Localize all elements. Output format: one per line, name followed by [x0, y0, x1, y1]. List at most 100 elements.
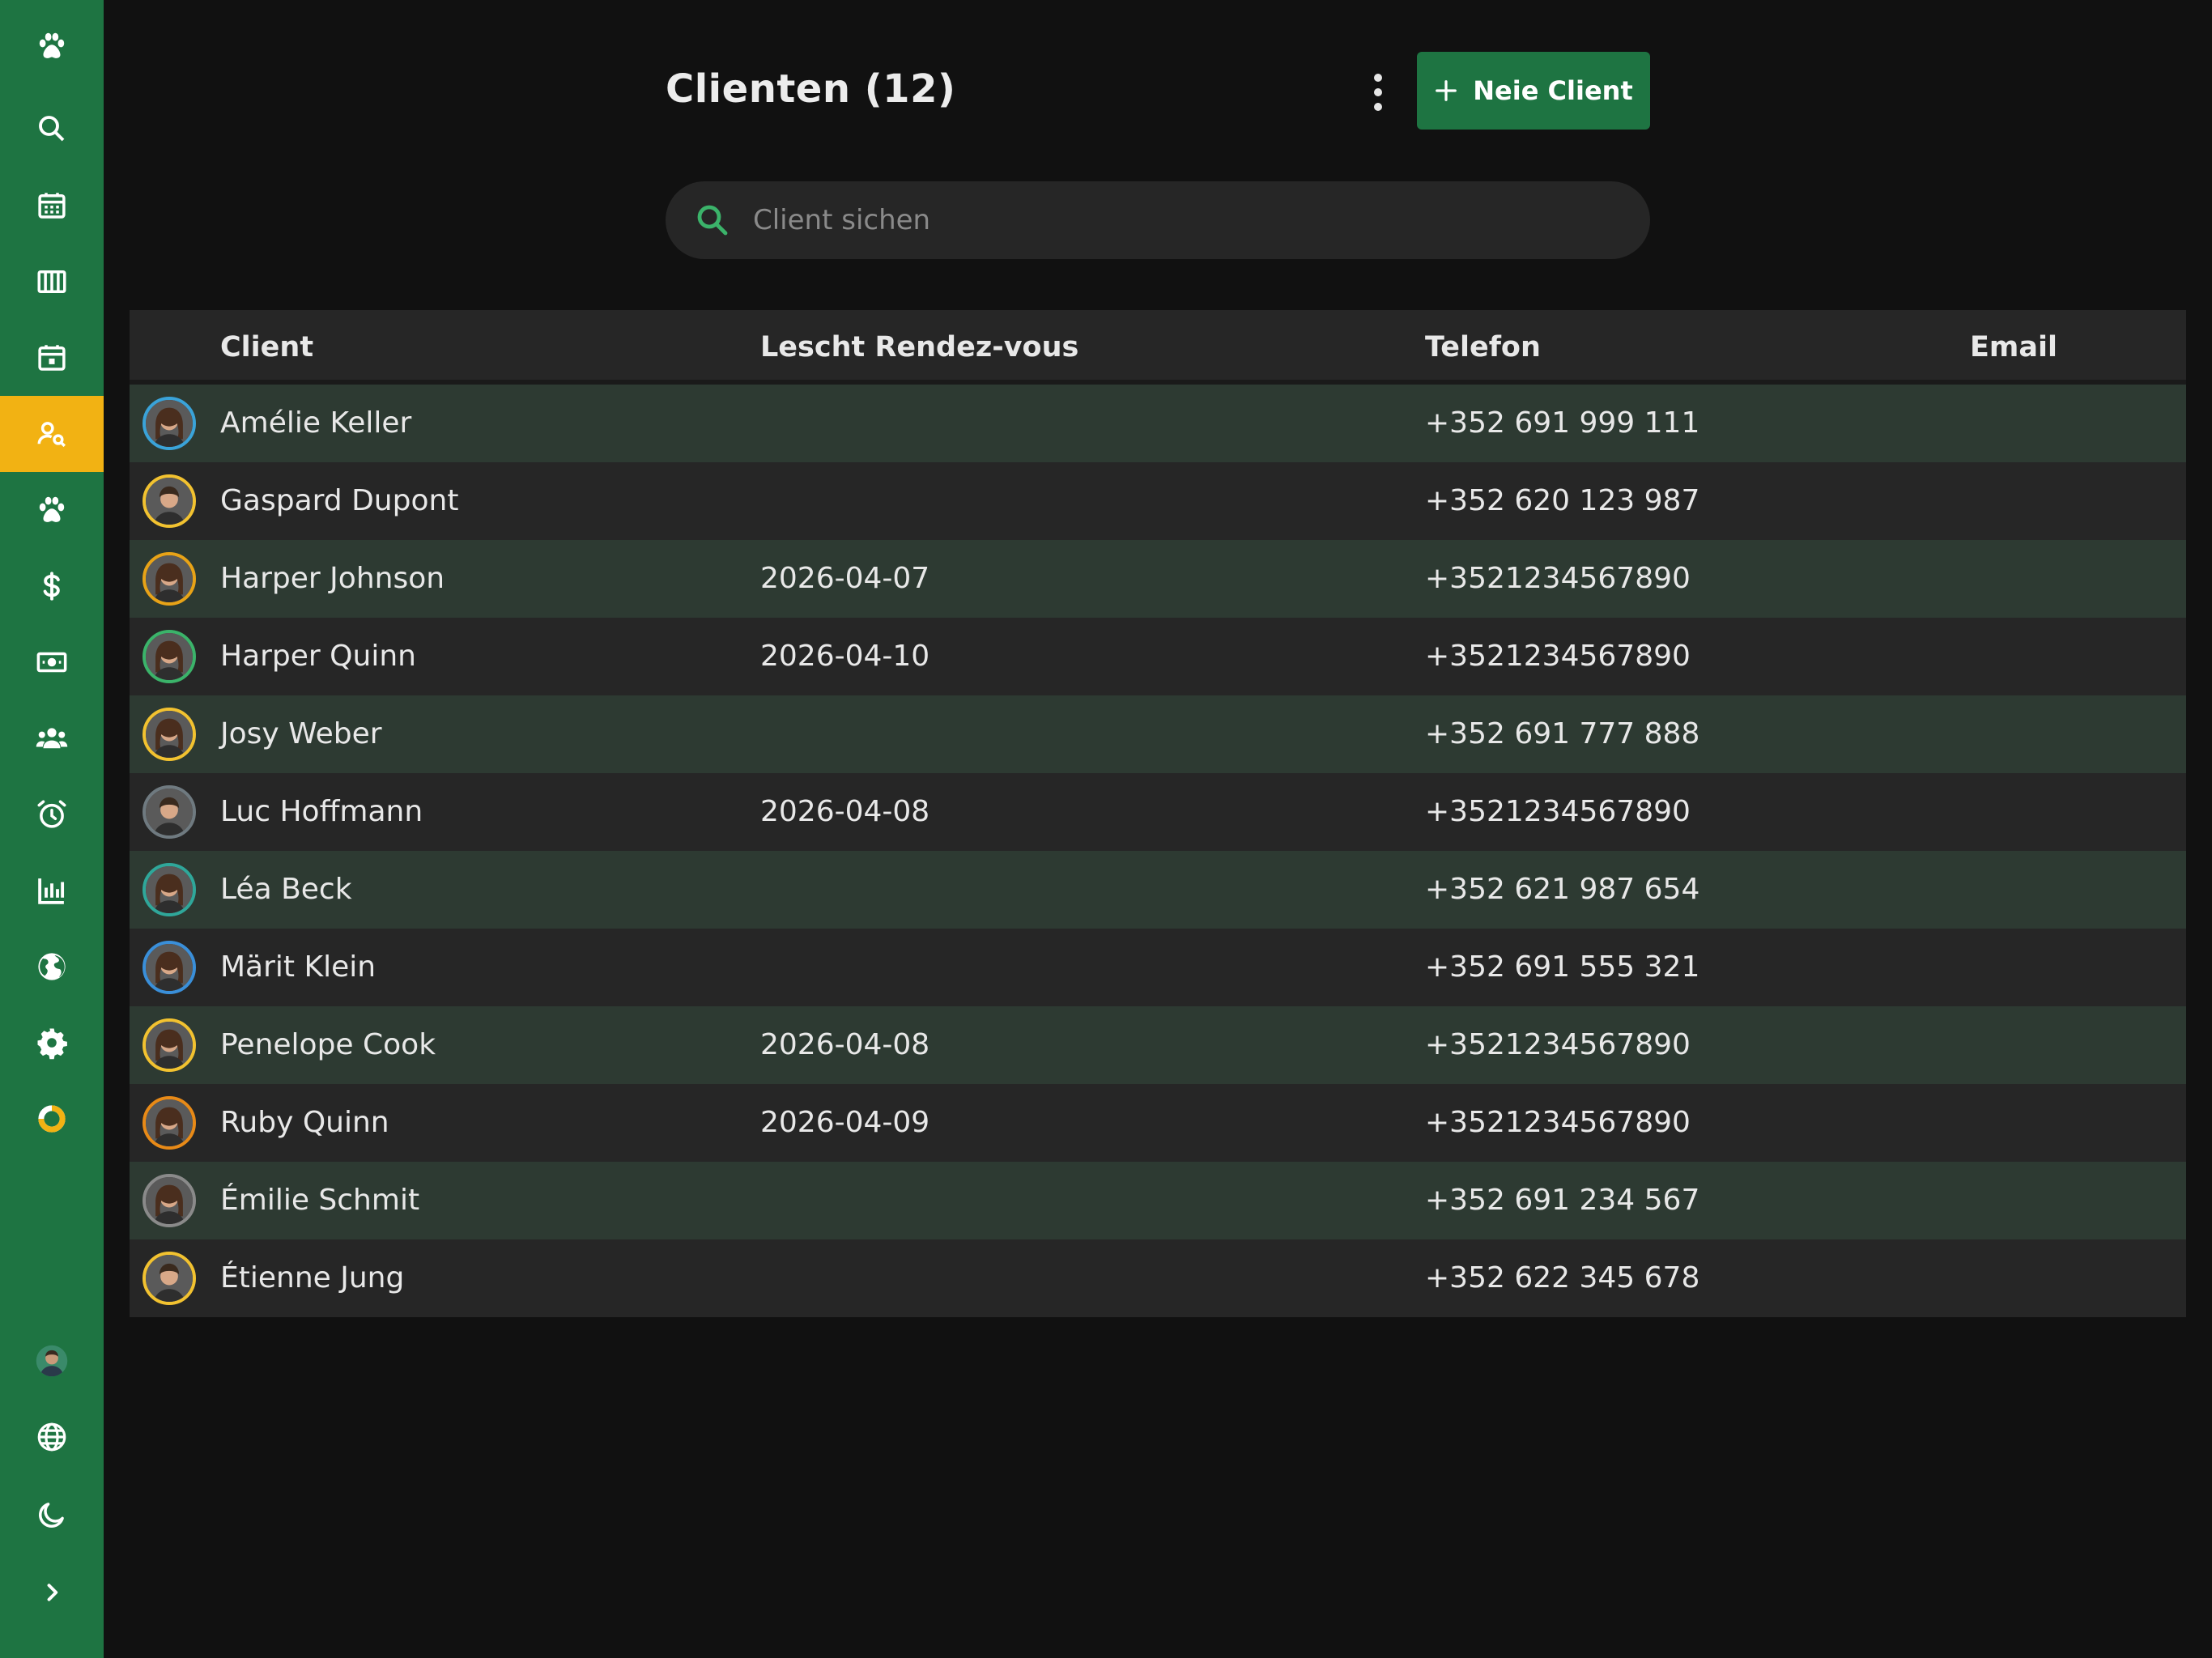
nav-staff[interactable]: [0, 700, 104, 776]
client-phone: +352 622 345 678: [1425, 1261, 1700, 1295]
table-row[interactable]: Josy Weber +352 691 777 888: [130, 695, 2186, 773]
paw-icon: [39, 32, 65, 58]
plus-icon: [1436, 80, 1457, 101]
moon-icon: [39, 1503, 64, 1528]
client-name: Josy Weber: [220, 717, 382, 750]
client-avatar: [143, 630, 196, 683]
client-phone: +352 691 777 888: [1425, 717, 1700, 750]
client-avatar: [143, 397, 196, 450]
client-phone: +3521234567890: [1425, 1028, 1691, 1061]
table-row[interactable]: Harper Quinn 2026-04-10 +3521234567890: [130, 618, 2186, 695]
alarm-icon: [37, 800, 66, 828]
sidebar: [0, 0, 104, 1658]
client-avatar: [143, 1018, 196, 1072]
nav-status[interactable]: [0, 1081, 104, 1157]
column-header-email[interactable]: Email: [1970, 310, 2057, 385]
nav-settings[interactable]: [0, 1005, 104, 1081]
client-phone: +352 620 123 987: [1425, 484, 1700, 517]
nav-paw-logo[interactable]: [0, 8, 104, 84]
table-row[interactable]: Gaspard Dupont +352 620 123 987: [130, 462, 2186, 540]
client-phone: +3521234567890: [1425, 562, 1691, 595]
nav-language[interactable]: [0, 1399, 104, 1475]
client-name: Luc Hoffmann: [220, 795, 423, 828]
nav-expand[interactable]: [0, 1554, 104, 1630]
table-row[interactable]: Ruby Quinn 2026-04-09 +3521234567890: [130, 1084, 2186, 1162]
last-appointment: 2026-04-09: [760, 1106, 930, 1139]
client-avatar: [143, 785, 196, 839]
new-client-button[interactable]: Neie Client: [1417, 52, 1650, 130]
table-row[interactable]: Amélie Keller +352 691 999 111: [130, 385, 2186, 462]
dot: [1374, 88, 1382, 96]
client-avatar: [143, 1174, 196, 1227]
nav-day-calendar[interactable]: [0, 320, 104, 396]
nav-search[interactable]: [0, 91, 104, 167]
client-phone: +3521234567890: [1425, 795, 1691, 828]
nav-pets[interactable]: [0, 472, 104, 548]
ring-progress-icon: [38, 1105, 66, 1133]
client-name: Gaspard Dupont: [220, 484, 459, 517]
client-avatar: [143, 1252, 196, 1305]
users-icon: [36, 728, 68, 749]
client-phone: +352 691 999 111: [1425, 406, 1700, 440]
nav-board[interactable]: [0, 244, 104, 320]
column-header-client[interactable]: Client: [220, 310, 313, 385]
table-row[interactable]: Étienne Jung +352 622 345 678: [130, 1239, 2186, 1317]
calendar-day-icon: [38, 345, 66, 371]
client-name: Amélie Keller: [220, 406, 412, 440]
chevron-right-icon: [47, 1584, 58, 1601]
client-phone: +3521234567890: [1425, 640, 1691, 673]
nav-prices[interactable]: [0, 548, 104, 624]
calendar-icon: [38, 193, 66, 219]
last-appointment: 2026-04-08: [760, 1028, 930, 1061]
client-avatar: [143, 863, 196, 916]
search-input[interactable]: [753, 204, 1563, 236]
column-header-phone[interactable]: Telefon: [1425, 310, 1541, 385]
nav-profile[interactable]: [0, 1323, 104, 1399]
nav-reports[interactable]: [0, 852, 104, 929]
dot: [1374, 74, 1382, 82]
last-appointment: 2026-04-08: [760, 795, 930, 828]
client-name: Étienne Jung: [220, 1261, 405, 1295]
client-avatar: [143, 1096, 196, 1150]
app: Clienten (12) Neie Client Client Lescht …: [0, 0, 2212, 1658]
table-row[interactable]: Émilie Schmit +352 691 234 567: [130, 1162, 2186, 1239]
columns-icon: [37, 270, 66, 293]
nav-reminders[interactable]: [0, 776, 104, 852]
last-appointment: 2026-04-07: [760, 562, 930, 595]
table-row[interactable]: Märit Klein +352 691 555 321: [130, 929, 2186, 1006]
client-avatar: [143, 552, 196, 606]
search-bar[interactable]: [666, 181, 1650, 259]
nav-website[interactable]: [0, 929, 104, 1005]
nav-theme[interactable]: [0, 1477, 104, 1553]
settings-icon: [37, 1028, 67, 1060]
table-row[interactable]: Luc Hoffmann 2026-04-08 +3521234567890: [130, 773, 2186, 851]
more-options-button[interactable]: [1357, 68, 1399, 117]
nav-payments[interactable]: [0, 624, 104, 700]
client-phone: +3521234567890: [1425, 1106, 1691, 1139]
client-name: Ruby Quinn: [220, 1106, 389, 1139]
client-avatar: [143, 708, 196, 761]
last-appointment: 2026-04-10: [760, 640, 930, 673]
globe-filled-icon: [38, 953, 66, 980]
table-row[interactable]: Léa Beck +352 621 987 654: [130, 851, 2186, 929]
client-name: Harper Johnson: [220, 562, 445, 595]
client-name: Léa Beck: [220, 873, 352, 906]
globe-icon: [37, 1422, 66, 1452]
client-phone: +352 621 987 654: [1425, 873, 1700, 906]
table-header: Client Lescht Rendez-vous Telefon Email: [130, 310, 2186, 385]
paw-icon: [39, 496, 65, 522]
nav-calendar[interactable]: [0, 168, 104, 244]
client-name: Harper Quinn: [220, 640, 416, 673]
nav-clients[interactable]: [0, 396, 104, 472]
table-row[interactable]: Harper Johnson 2026-04-07 +3521234567890: [130, 540, 2186, 618]
clients-table: Client Lescht Rendez-vous Telefon Email …: [130, 310, 2186, 1317]
table-row[interactable]: Penelope Cook 2026-04-08 +3521234567890: [130, 1006, 2186, 1084]
client-phone: +352 691 555 321: [1425, 950, 1700, 984]
banknote-icon: [36, 652, 67, 673]
bar-chart-icon: [38, 878, 65, 904]
client-avatar: [143, 474, 196, 528]
client-name: Émilie Schmit: [220, 1184, 420, 1217]
column-header-last-appointment[interactable]: Lescht Rendez-vous: [760, 310, 1078, 385]
client-avatar: [143, 941, 196, 994]
client-search-icon: [37, 422, 66, 448]
